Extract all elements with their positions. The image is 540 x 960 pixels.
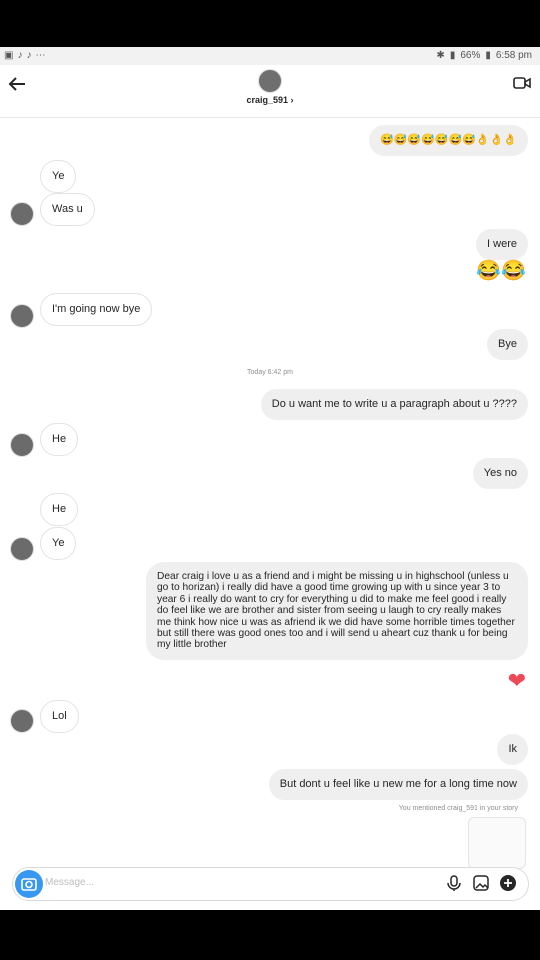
avatar (10, 537, 34, 561)
back-arrow-icon[interactable] (6, 73, 28, 95)
message-incoming[interactable]: Lol (40, 700, 79, 733)
more-icon: ⋯ (35, 50, 46, 61)
message-outgoing[interactable]: 😅😅😅😅😅😅😅👌👌👌 (369, 125, 528, 156)
clock: 6:58 pm (495, 50, 532, 61)
camera-icon (21, 878, 37, 891)
avatar (10, 709, 34, 733)
video-call-icon[interactable] (512, 73, 532, 93)
message-incoming[interactable]: He (40, 493, 79, 526)
message-outgoing[interactable]: Yes no (472, 458, 528, 489)
status-icons-right: ✱ ▮ 66% ▮ 6:58 pm (436, 50, 532, 61)
heart-icon[interactable]: ❤ (504, 670, 530, 692)
timestamp: Today 6:42 pm (247, 369, 293, 376)
message-outgoing[interactable]: Bye (487, 329, 528, 360)
signal-icon: ▮ (449, 50, 456, 61)
message-input[interactable]: Message... (45, 877, 94, 888)
avatar (10, 433, 34, 457)
add-icon[interactable] (499, 874, 517, 892)
message-outgoing[interactable]: Ik (497, 734, 528, 765)
image-icon: ▣ (4, 50, 14, 61)
message-composer: Message... (12, 867, 529, 901)
microphone-icon[interactable] (445, 874, 463, 892)
status-bar: ▣ ♪ ♪ ⋯ ✱ ▮ 66% ▮ 6:58 pm (0, 47, 540, 65)
contact-username[interactable]: craig_591 › (0, 95, 540, 105)
tiktok-icon: ♪ (26, 50, 32, 61)
message-thread: 😅😅😅😅😅😅😅👌👌👌 Ye Was u I were 😂😂 I'm going … (0, 117, 540, 870)
chat-screen: ▣ ♪ ♪ ⋯ ✱ ▮ 66% ▮ 6:58 pm craig_591 › 😅😅… (0, 47, 540, 910)
gallery-icon[interactable] (472, 874, 490, 892)
header-avatar[interactable] (258, 69, 282, 93)
message-outgoing[interactable]: Do u want me to write u a paragraph abou… (260, 389, 528, 420)
avatar (10, 202, 34, 226)
battery-level: 66% (460, 50, 481, 61)
message-incoming[interactable]: He (40, 423, 79, 456)
message-incoming[interactable]: Ye (40, 160, 77, 193)
message-outgoing[interactable]: But dont u feel like u new me for a long… (268, 769, 528, 800)
battery-icon: ▮ (485, 50, 491, 61)
message-outgoing-long[interactable]: Dear craig i love u as a friend and i mi… (146, 562, 528, 660)
bluetooth-icon: ✱ (436, 50, 445, 61)
message-incoming[interactable]: Ye (40, 527, 77, 560)
story-thumbnail[interactable] (468, 817, 526, 869)
status-icons-left: ▣ ♪ ♪ ⋯ (4, 50, 45, 61)
story-mention-label: You mentioned craig_591 in your story (398, 805, 518, 812)
message-incoming[interactable]: I'm going now bye (40, 293, 153, 326)
message-emoji[interactable]: 😂😂 (472, 261, 530, 282)
message-outgoing[interactable]: I were (476, 229, 528, 260)
camera-button[interactable] (15, 870, 43, 898)
avatar (10, 304, 34, 328)
chat-header: craig_591 › (0, 65, 540, 118)
tiktok-icon: ♪ (17, 50, 23, 61)
message-incoming[interactable]: Was u (40, 193, 95, 226)
